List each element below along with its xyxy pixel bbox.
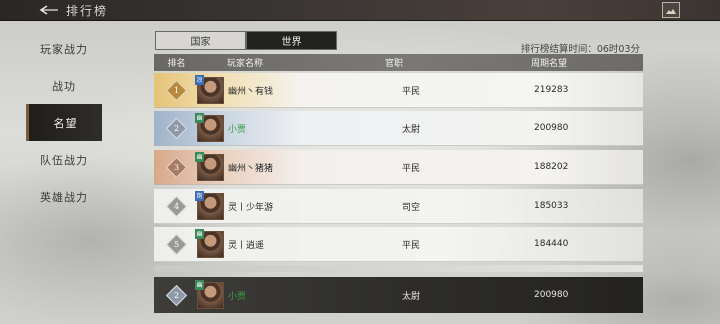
faction-tag: 凉 [195,74,204,85]
header-reputation: 周期名望 [531,59,568,69]
header-title: 官职 [385,59,404,69]
faction-tag: 幽 [195,228,204,239]
player-reputation: 200980 [534,123,569,133]
avatar[interactable]: 幽 [195,279,224,309]
player-reputation: 184440 [534,239,569,249]
table-row[interactable]: 4 荆 灵丨少年游 司空 185033 [154,189,643,224]
player-title: 太尉 [402,124,421,135]
table-row[interactable]: 5 幽 灵丨逍遥 平民 184440 [154,227,643,262]
player-name: 灵丨少年游 [228,202,274,213]
avatar[interactable]: 幽 [195,151,224,181]
player-name: 幽州丶有钱 [228,86,274,97]
table-row[interactable]: 3 幽 幽州丶猪猪 平民 188202 [154,150,643,185]
faction-tag: 幽 [195,279,204,290]
faction-tag: 幽 [195,151,204,162]
rank-badge: 2 [165,117,188,139]
table-row[interactable]: 1 凉 幽州丶有钱 平民 219283 [154,73,643,108]
tab-world[interactable]: 世界 [246,31,337,50]
category-sidebar: 玩家战力 战功 名望 队伍战力 英雄战力 [26,30,102,215]
rank-badge: 5 [165,233,188,255]
player-title: 太尉 [402,291,421,302]
rank-badge: 3 [165,156,188,178]
rank-badge: 1 [165,79,188,101]
player-reputation: 200980 [534,290,569,300]
sidebar-item-hero-power[interactable]: 英雄战力 [26,178,102,215]
tab-country[interactable]: 国家 [155,31,246,50]
player-reputation: 188202 [534,162,569,172]
player-reputation: 219283 [534,85,569,95]
player-title: 平民 [402,163,421,174]
rank-badge: 4 [165,195,188,217]
page-title: 排行榜 [66,3,109,18]
list-scroll-edge[interactable] [154,265,643,272]
back-arrow-icon [39,5,58,15]
avatar[interactable]: 幽 [195,228,224,258]
table-row[interactable]: 2 幽 小贾 太尉 200980 [154,111,643,146]
faction-tag: 幽 [195,112,204,123]
player-title: 平民 [402,86,421,97]
image-button[interactable] [662,2,680,18]
avatar[interactable]: 荆 [195,190,224,220]
faction-tag: 荆 [195,190,204,201]
scope-tabs: 国家 世界 [155,31,337,50]
header-rank: 排名 [167,59,186,69]
sidebar-item-team-power[interactable]: 队伍战力 [26,141,102,178]
sidebar-item-player-power[interactable]: 玩家战力 [26,30,102,67]
my-rank-row[interactable]: 2 幽 小贾 太尉 200980 [154,277,643,313]
player-title: 司空 [402,202,421,213]
player-name: 灵丨逍遥 [228,240,265,251]
player-name: 小贾 [228,291,247,302]
sidebar-item-reputation[interactable]: 名望 [26,104,102,141]
avatar[interactable]: 凉 [195,74,224,104]
top-bar: 排行榜 [0,0,720,21]
player-title: 平民 [402,240,421,251]
sidebar-item-merit[interactable]: 战功 [26,67,102,104]
player-reputation: 185033 [534,201,569,211]
table-header: 排名 玩家名称 官职 周期名望 [154,54,643,71]
settle-time: 排行榜结算时间：06时03分 [520,44,640,55]
header-name: 玩家名称 [227,59,264,69]
avatar[interactable]: 幽 [195,112,224,142]
player-name: 幽州丶猪猪 [228,163,274,174]
player-name: 小贾 [228,124,247,135]
back-button[interactable] [34,0,64,21]
image-icon [666,9,676,14]
rank-badge: 2 [165,284,188,306]
